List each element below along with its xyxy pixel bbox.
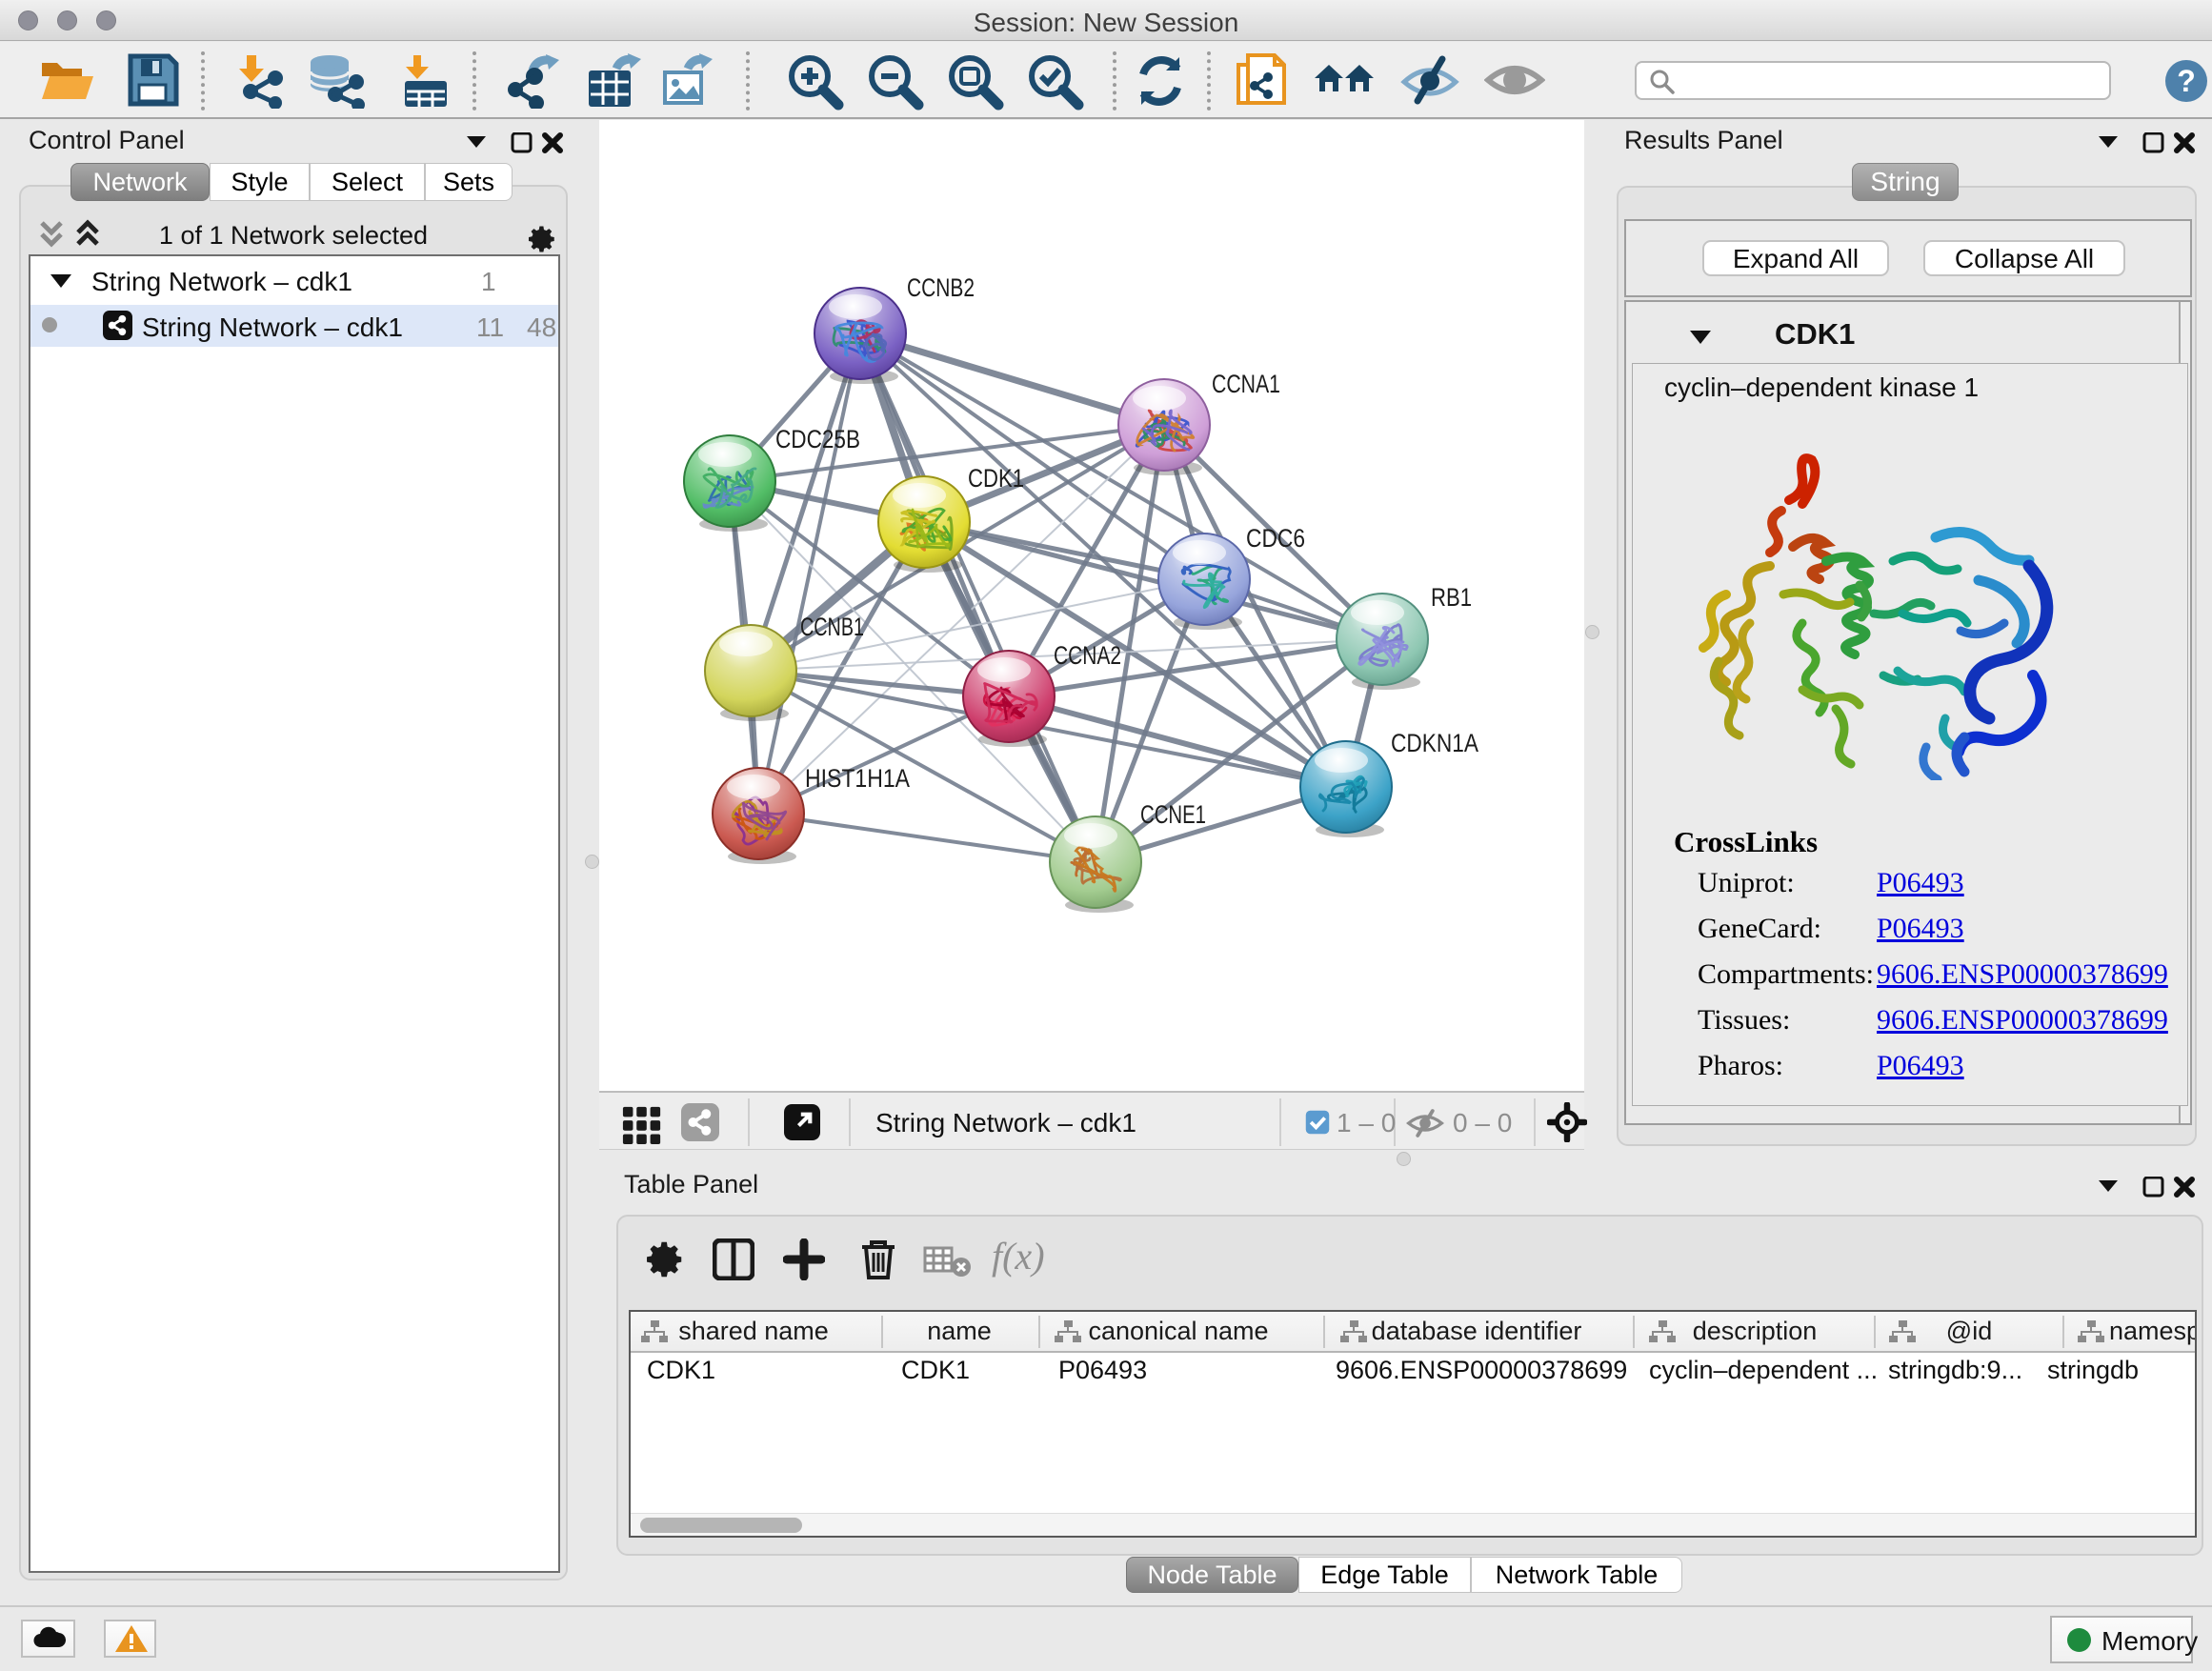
svg-text:CDC25B: CDC25B: [775, 425, 860, 453]
svg-text:CCNB2: CCNB2: [907, 273, 975, 302]
svg-text:?: ?: [2177, 64, 2196, 98]
svg-text:CCNE1: CCNE1: [1140, 800, 1206, 829]
svg-text:HIST1H1A: HIST1H1A: [805, 764, 910, 793]
svg-text:CCNB1: CCNB1: [800, 613, 864, 641]
svg-text:CCNA2: CCNA2: [1054, 641, 1121, 670]
svg-text:CCNA1: CCNA1: [1212, 370, 1280, 398]
svg-text:CDKN1A: CDKN1A: [1391, 729, 1478, 757]
svg-text:RB1: RB1: [1431, 583, 1472, 612]
svg-text:CDC6: CDC6: [1246, 524, 1305, 553]
svg-text:CDK1: CDK1: [968, 464, 1024, 493]
